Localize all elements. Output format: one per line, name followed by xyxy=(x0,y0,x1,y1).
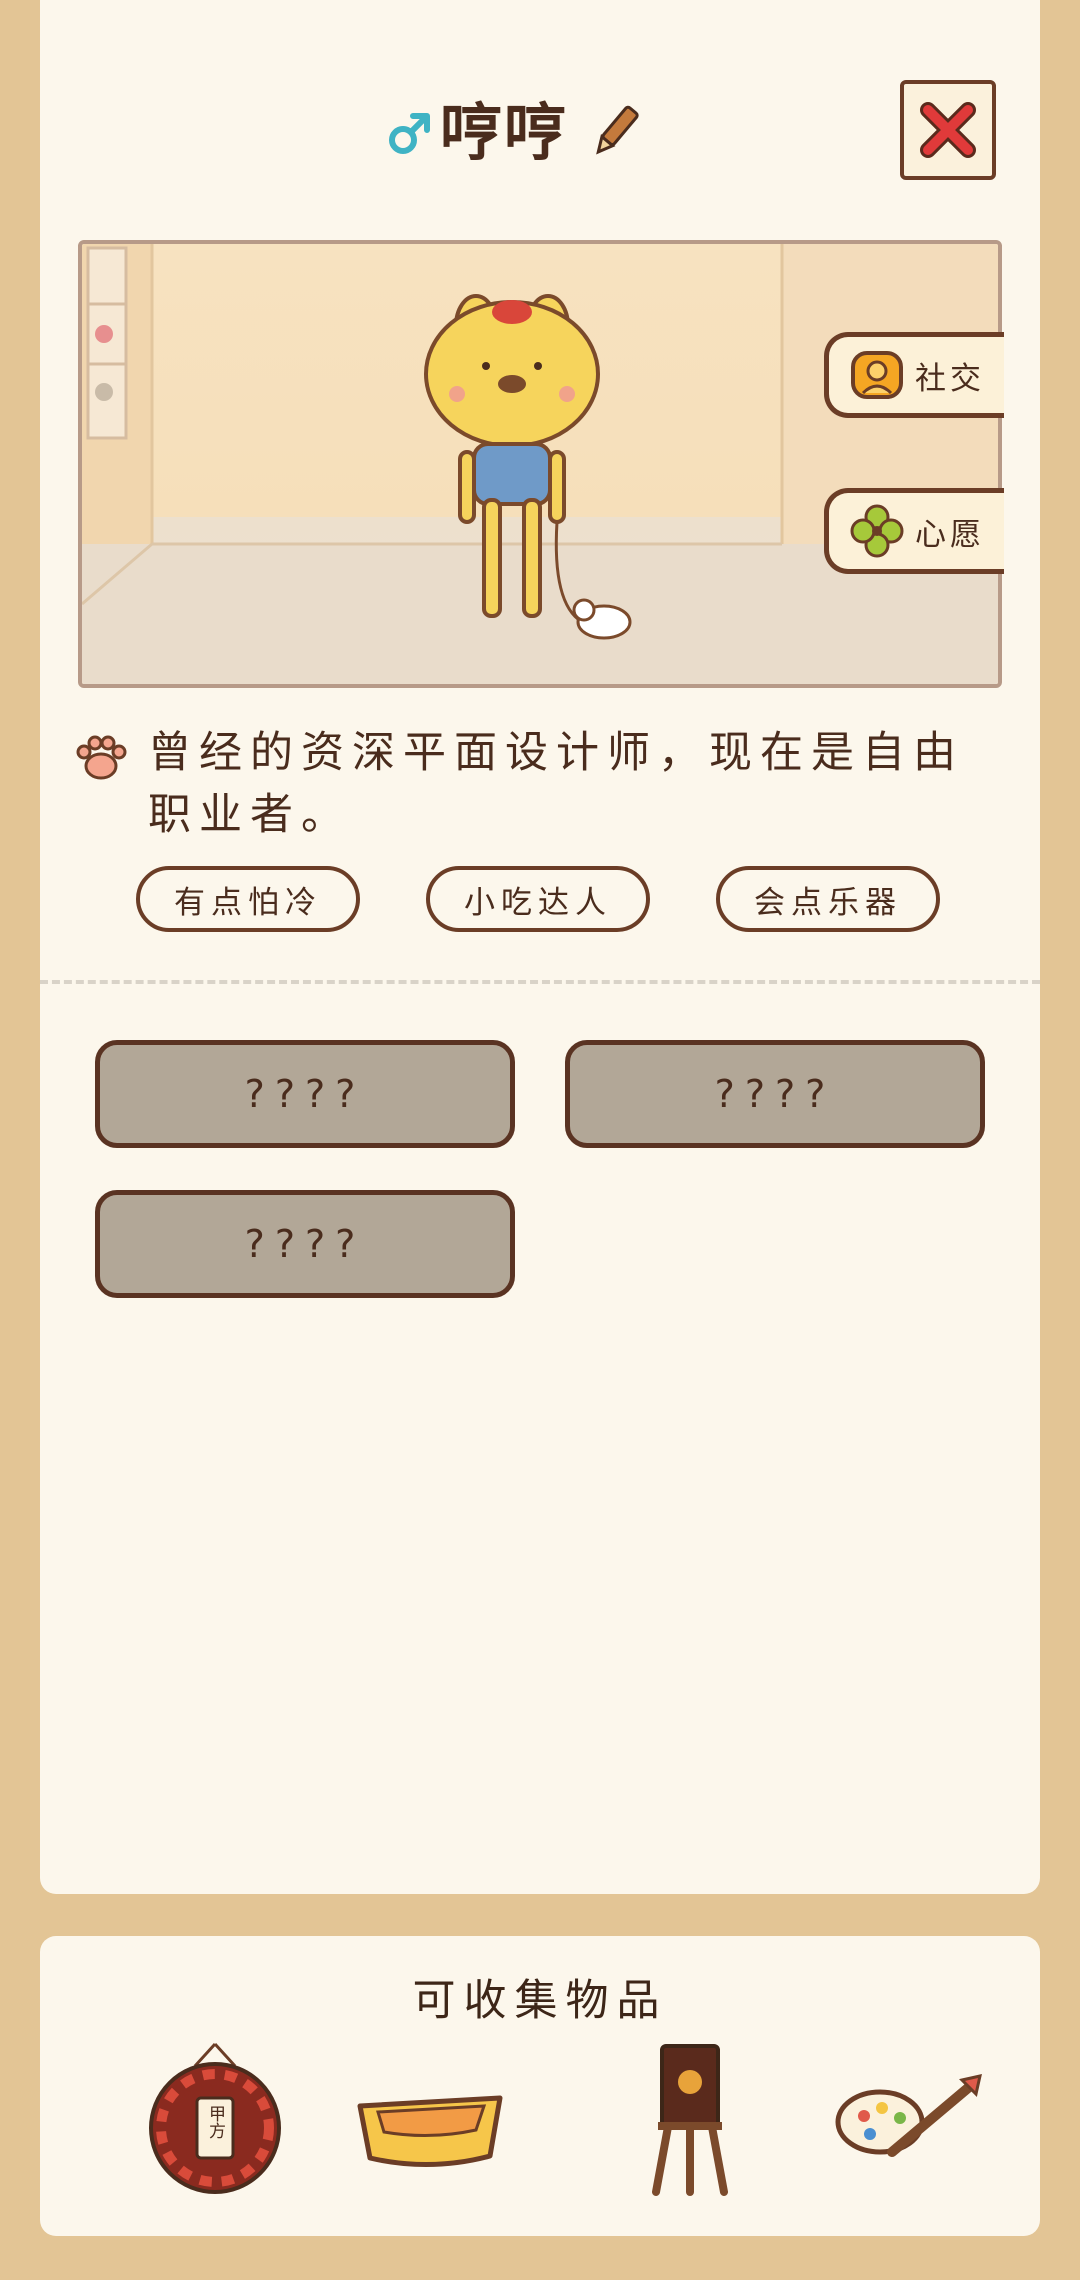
description-row: 曾经的资深平面设计师，现在是自由职业者。 xyxy=(74,722,1014,846)
trait-tag: 有点怕冷 xyxy=(136,866,360,932)
wish-button-label: 心愿 xyxy=(915,516,985,553)
palette-brush-icon[interactable] xyxy=(830,2036,990,2196)
close-x-icon xyxy=(920,102,976,158)
paw-icon xyxy=(76,735,127,780)
collectibles-card: 可收集物品 甲方 xyxy=(40,1936,1040,2236)
wish-button[interactable]: 心愿 xyxy=(824,488,1004,574)
social-icon xyxy=(851,351,903,399)
social-button-label: 社交 xyxy=(915,360,985,397)
dartboard-icon[interactable]: 甲方 xyxy=(135,2036,295,2196)
social-button[interactable]: 社交 xyxy=(824,332,1004,418)
close-button[interactable] xyxy=(900,80,996,180)
clover-icon xyxy=(850,504,904,558)
character-description: 曾经的资深平面设计师，现在是自由职业者。 xyxy=(148,728,964,840)
locked-slot[interactable]: ???? xyxy=(95,1190,515,1298)
trait-tag: 会点乐器 xyxy=(716,866,940,932)
pet-bed-icon[interactable] xyxy=(350,2036,510,2196)
dartboard-sign-label: 甲方 xyxy=(205,2105,226,2139)
character-profile-card: 哼哼 社交 心愿 曾经的资深平面设计师，现在是自由职业者。 有点怕冷 小吃达人 … xyxy=(40,0,1040,1894)
easel-icon[interactable] xyxy=(610,2036,770,2196)
character-name: 哼哼 xyxy=(440,96,569,169)
collectibles-title: 可收集物品 xyxy=(412,1976,668,2026)
trait-tag: 小吃达人 xyxy=(426,866,650,932)
male-icon xyxy=(389,113,430,154)
title-row: 哼哼 xyxy=(40,88,1040,178)
pencil-icon[interactable] xyxy=(590,102,640,162)
section-divider xyxy=(40,980,1040,984)
locked-slot[interactable]: ???? xyxy=(95,1040,515,1148)
character-scene xyxy=(78,240,1002,688)
room-illustration xyxy=(82,244,998,684)
locked-slot[interactable]: ???? xyxy=(565,1040,985,1148)
